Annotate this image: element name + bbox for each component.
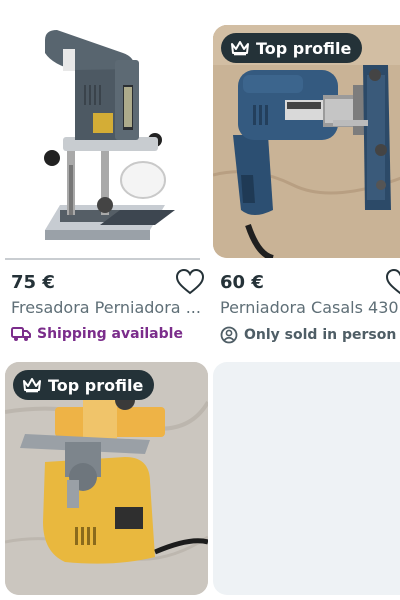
badge-label: Top profile [48, 375, 144, 395]
product-price: 60 € [220, 272, 264, 293]
person-icon [220, 326, 238, 344]
favorite-button[interactable] [175, 268, 205, 296]
product-card[interactable]: 75 € Fresadora Perniadora ... Shipping a… [0, 0, 205, 350]
heart-outline-icon [175, 268, 205, 295]
product-price: 75 € [11, 272, 55, 293]
favorite-button[interactable] [385, 268, 400, 296]
truck-icon [11, 327, 31, 341]
top-profile-badge: Top profile [221, 33, 363, 63]
shipping-label: Shipping available [11, 326, 183, 342]
product-title[interactable]: Fresadora Perniadora ... [11, 298, 205, 317]
crown-icon [231, 41, 249, 56]
product-image[interactable] [5, 25, 200, 260]
in-person-text: Only sold in person [244, 327, 397, 343]
top-profile-badge: Top profile [13, 370, 155, 400]
in-person-label: Only sold in person [220, 326, 396, 344]
product-image[interactable]: Top profile [213, 25, 400, 258]
heart-outline-icon [385, 268, 400, 295]
router-tool-image [5, 30, 200, 260]
shipping-text: Shipping available [37, 326, 183, 342]
product-card-placeholder[interactable] [213, 362, 400, 600]
product-title[interactable]: Perniadora Casals 430... [220, 298, 400, 317]
product-card[interactable]: Top profile [0, 360, 210, 600]
crown-icon [23, 378, 41, 393]
product-image[interactable]: Top profile [5, 362, 208, 595]
image-placeholder [213, 362, 400, 595]
badge-label: Top profile [256, 38, 352, 58]
product-card[interactable]: Top profile 60 € Perniadora Casals 430..… [213, 0, 400, 350]
